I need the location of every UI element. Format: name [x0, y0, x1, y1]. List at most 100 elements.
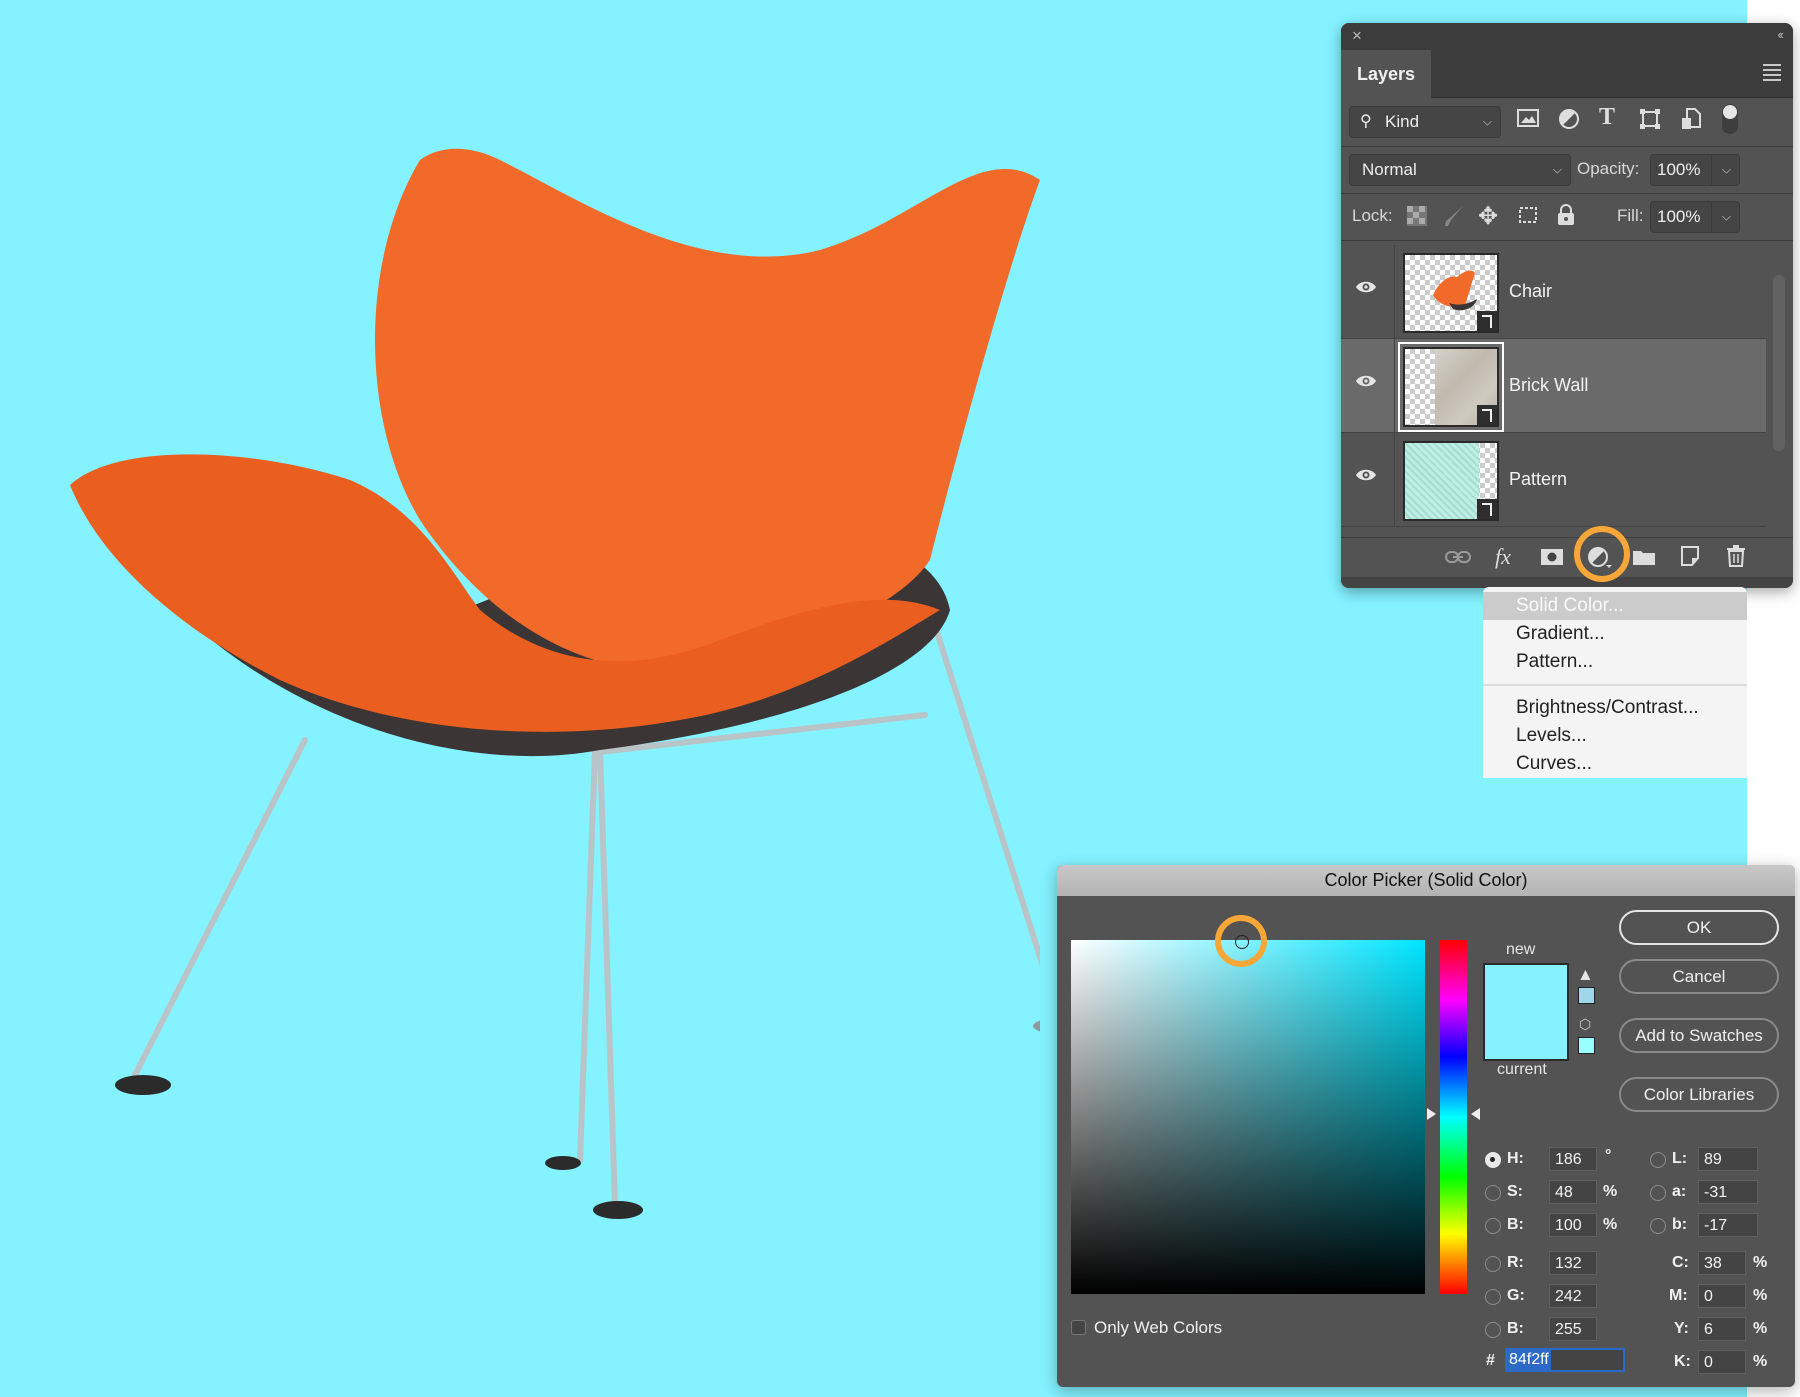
- saturation-input[interactable]: 48: [1549, 1180, 1597, 1204]
- menu-item-brightness-contrast[interactable]: Brightness/Contrast...: [1483, 694, 1747, 722]
- lock-position-icon[interactable]: ✥: [1478, 202, 1498, 231]
- saturation-brightness-field[interactable]: [1071, 935, 1425, 1294]
- hue-slider[interactable]: [1440, 940, 1467, 1294]
- fill-value: 100%: [1657, 207, 1701, 226]
- a-input[interactable]: -31: [1698, 1180, 1758, 1204]
- collapse-icon[interactable]: ‹‹: [1777, 27, 1784, 42]
- highlight-ring: [1574, 526, 1630, 582]
- chevron-down-icon[interactable]: ⌵: [1722, 163, 1731, 178]
- out-of-gamut-warning-icon[interactable]: ▲: [1577, 965, 1594, 985]
- menu-item-curves[interactable]: Curves...: [1483, 750, 1747, 778]
- blue-input[interactable]: 255: [1549, 1317, 1597, 1341]
- layer-name[interactable]: Brick Wall: [1509, 375, 1588, 396]
- chair-foot: [545, 1156, 581, 1170]
- yellow-input[interactable]: 6: [1698, 1317, 1746, 1341]
- brightness-input[interactable]: 100: [1549, 1213, 1597, 1237]
- smart-object-badge-icon: [1477, 311, 1497, 331]
- chair-foot: [1033, 1020, 1040, 1032]
- fx-icon[interactable]: fx: [1495, 544, 1511, 570]
- layer-row-pattern[interactable]: Pattern: [1341, 433, 1766, 527]
- menu-item-pattern[interactable]: Pattern...: [1483, 648, 1747, 676]
- hex-input[interactable]: 84f2ff: [1505, 1348, 1625, 1372]
- radio-red[interactable]: [1485, 1256, 1501, 1272]
- adjustment-filter-icon[interactable]: [1558, 108, 1580, 136]
- only-web-colors-label[interactable]: Only Web Colors: [1094, 1318, 1222, 1338]
- layer-row-brick-wall[interactable]: Brick Wall: [1341, 339, 1766, 433]
- hue-slider-left-arrow[interactable]: [1427, 1108, 1436, 1120]
- menu-item-levels[interactable]: Levels...: [1483, 722, 1747, 750]
- blend-mode-value: Normal: [1362, 160, 1417, 179]
- eye-icon[interactable]: [1355, 468, 1377, 482]
- layers-scrollbar[interactable]: [1773, 275, 1785, 451]
- lab-b-input[interactable]: -17: [1698, 1213, 1758, 1237]
- radio-blue[interactable]: [1485, 1322, 1501, 1338]
- chevron-down-icon[interactable]: ⌵: [1722, 210, 1731, 225]
- gamut-swatch[interactable]: [1578, 987, 1595, 1004]
- add-to-swatches-button[interactable]: Add to Swatches: [1619, 1018, 1779, 1053]
- opacity-input[interactable]: 100% ⌵: [1650, 154, 1740, 186]
- new-group-icon[interactable]: [1633, 548, 1655, 571]
- hue-slider-right-arrow[interactable]: [1471, 1108, 1480, 1120]
- black-input[interactable]: 0: [1698, 1350, 1746, 1374]
- filter-toggle[interactable]: [1722, 104, 1738, 134]
- red-input[interactable]: 132: [1549, 1251, 1597, 1275]
- lightness-input[interactable]: 89: [1698, 1147, 1758, 1171]
- layer-name[interactable]: Chair: [1509, 281, 1552, 302]
- percent-unit: %: [1753, 1353, 1768, 1370]
- close-icon[interactable]: ×: [1352, 26, 1362, 46]
- black-label: K:: [1674, 1353, 1691, 1370]
- radio-saturation[interactable]: [1485, 1185, 1501, 1201]
- radio-b[interactable]: [1650, 1218, 1666, 1234]
- tab-layers[interactable]: Layers: [1341, 50, 1431, 98]
- degree-unit: °: [1605, 1147, 1612, 1164]
- add-mask-icon[interactable]: [1541, 548, 1563, 571]
- web-safe-swatch[interactable]: [1578, 1037, 1595, 1054]
- lock-image-pixels-icon[interactable]: [1443, 204, 1465, 234]
- link-layers-icon[interactable]: [1445, 548, 1471, 571]
- eye-icon[interactable]: [1355, 374, 1377, 388]
- percent-unit: %: [1753, 1320, 1768, 1337]
- layer-row-chair[interactable]: Chair: [1341, 245, 1766, 339]
- blue-label: B:: [1507, 1320, 1524, 1337]
- blend-mode-select[interactable]: Normal ⌵: [1349, 154, 1571, 186]
- trash-icon[interactable]: [1727, 545, 1745, 573]
- green-input[interactable]: 242: [1549, 1284, 1597, 1308]
- lock-artboard-icon[interactable]: [1516, 204, 1540, 232]
- new-layer-icon[interactable]: [1681, 546, 1699, 572]
- menu-item-gradient[interactable]: Gradient...: [1483, 620, 1747, 648]
- smart-object-filter-icon[interactable]: [1681, 107, 1701, 137]
- brightness-label: B:: [1507, 1216, 1524, 1233]
- chair-image: [70, 148, 1040, 1219]
- highlight-ring: [1215, 915, 1267, 967]
- web-safe-cube-icon[interactable]: ⬡: [1579, 1016, 1591, 1033]
- only-web-colors-checkbox[interactable]: [1071, 1320, 1086, 1335]
- type-filter-icon[interactable]: T: [1599, 104, 1615, 131]
- filter-row: ⚲ Kind ⌵ T: [1341, 98, 1793, 147]
- magenta-input[interactable]: 0: [1698, 1284, 1746, 1308]
- radio-brightness[interactable]: [1485, 1218, 1501, 1234]
- radio-lightness[interactable]: [1650, 1152, 1666, 1168]
- panel-menu-icon[interactable]: [1763, 64, 1781, 84]
- hex-value: 84f2ff: [1507, 1350, 1551, 1370]
- fill-label: Fill:: [1617, 206, 1644, 225]
- radio-green[interactable]: [1485, 1289, 1501, 1305]
- hue-input[interactable]: 186: [1549, 1147, 1597, 1171]
- radio-hue[interactable]: [1485, 1152, 1501, 1168]
- radio-a[interactable]: [1650, 1185, 1666, 1201]
- layer-name[interactable]: Pattern: [1509, 469, 1567, 490]
- cyan-input[interactable]: 38: [1698, 1251, 1746, 1275]
- filter-kind-select[interactable]: ⚲ Kind ⌵: [1349, 106, 1501, 138]
- hue-label: H:: [1507, 1150, 1524, 1167]
- lock-all-icon[interactable]: [1557, 204, 1575, 232]
- filter-kind-label: Kind: [1385, 112, 1420, 131]
- lock-transparent-pixels-icon[interactable]: [1407, 206, 1427, 232]
- ok-button[interactable]: OK: [1619, 910, 1779, 945]
- image-filter-icon[interactable]: [1517, 108, 1539, 134]
- shape-filter-icon[interactable]: [1639, 108, 1661, 136]
- cancel-button[interactable]: Cancel: [1619, 959, 1779, 994]
- chevron-down-icon: ⌵: [1552, 162, 1562, 177]
- menu-item-solid-color[interactable]: Solid Color...: [1483, 592, 1747, 620]
- color-libraries-button[interactable]: Color Libraries: [1619, 1077, 1779, 1112]
- eye-icon[interactable]: [1355, 280, 1377, 294]
- fill-input[interactable]: 100% ⌵: [1650, 201, 1740, 233]
